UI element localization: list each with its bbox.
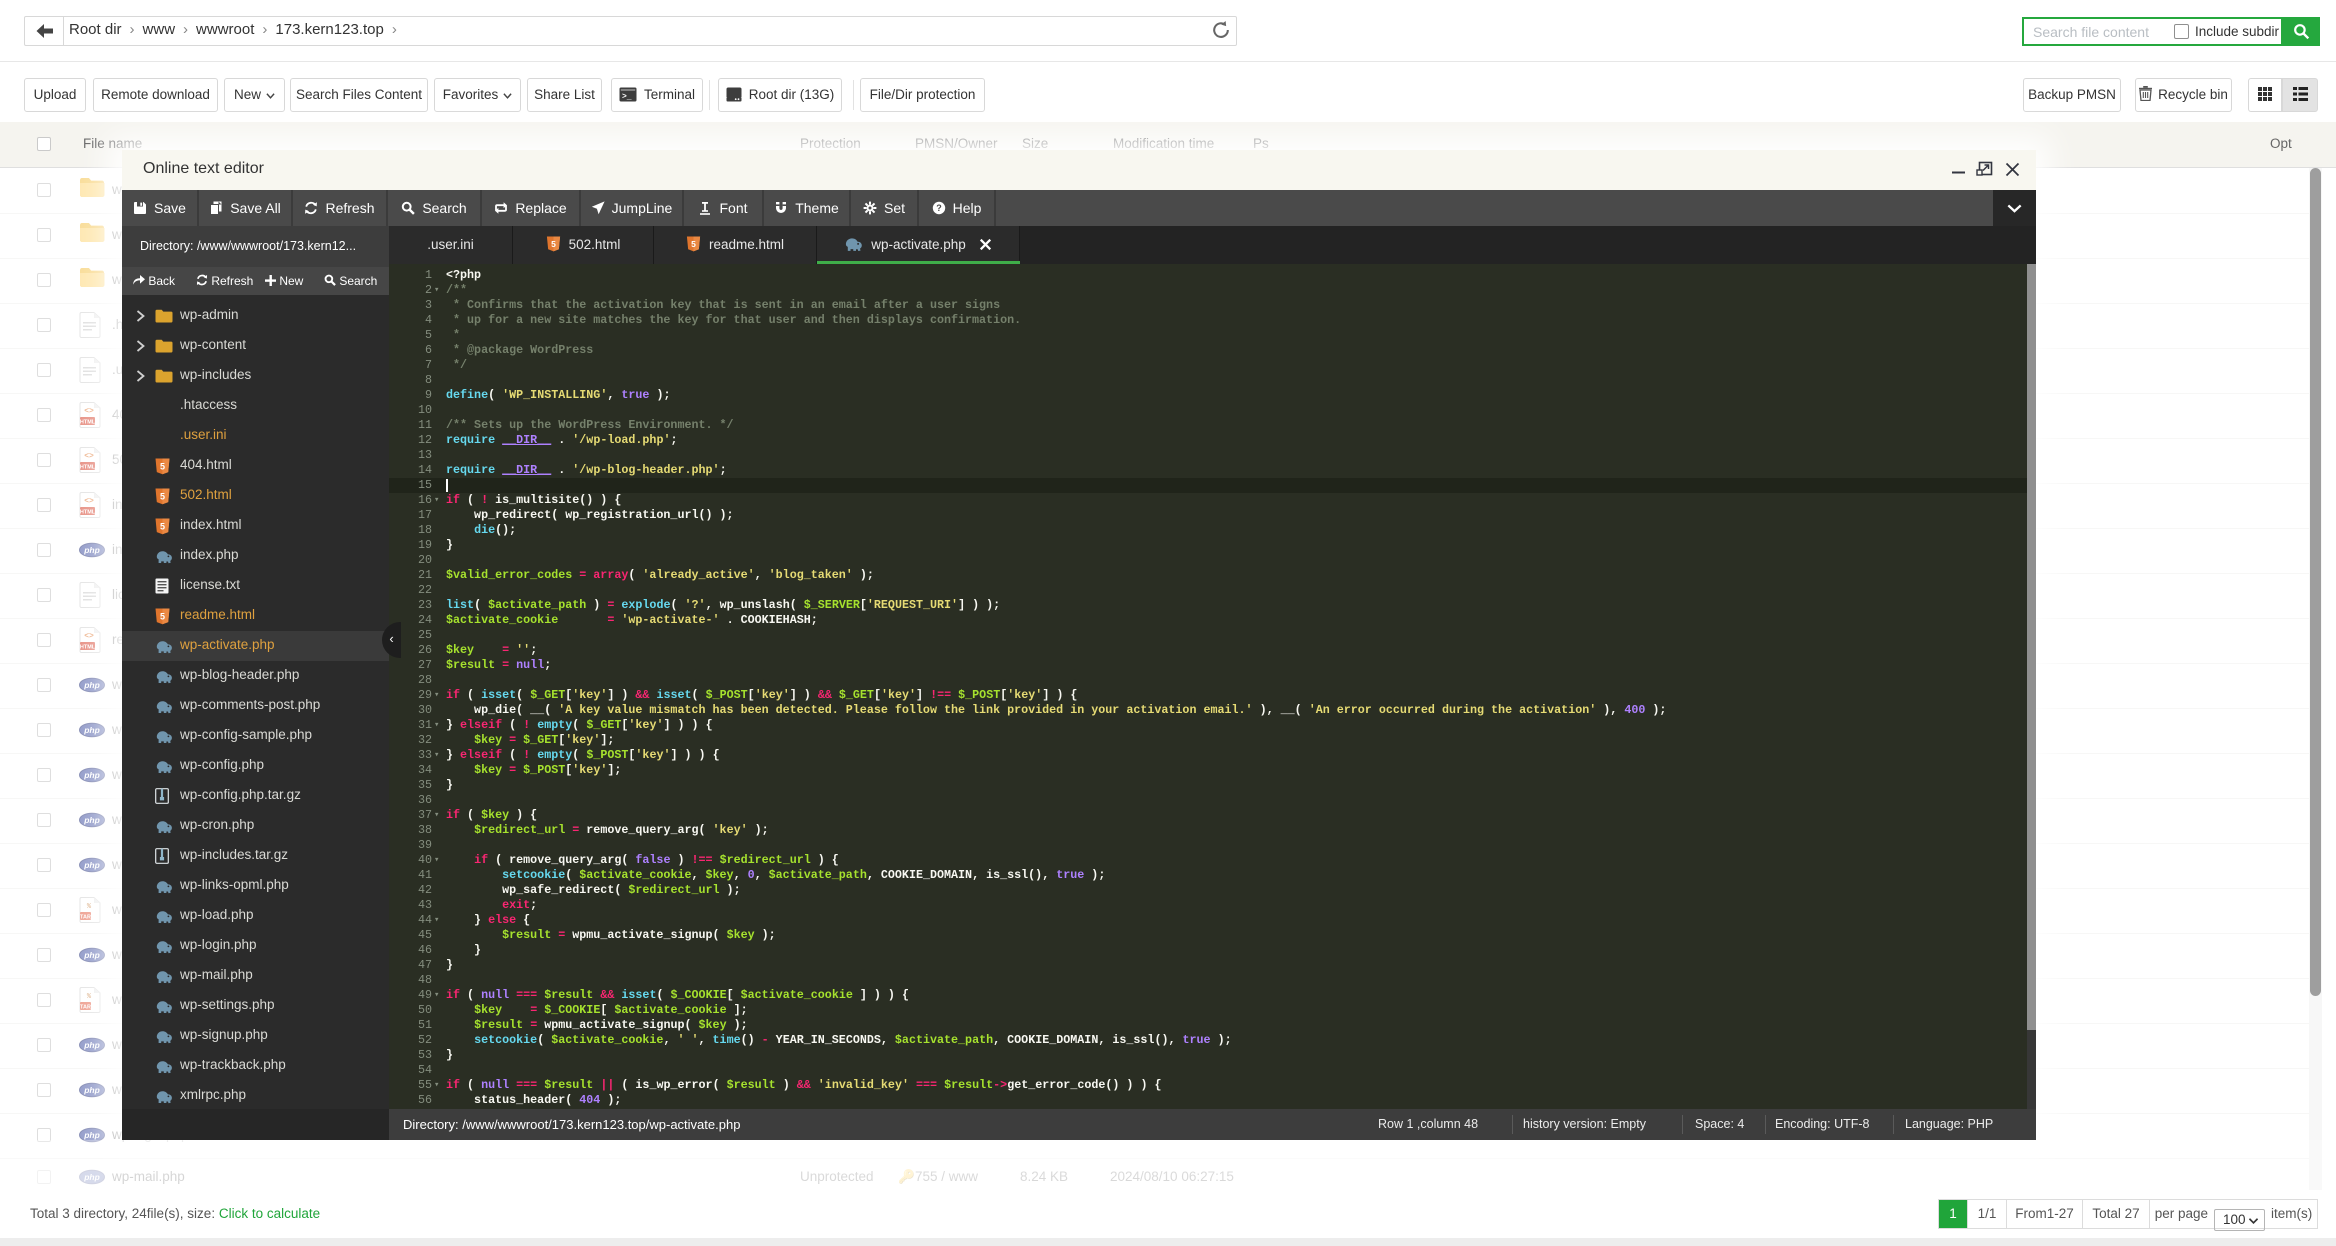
svg-text:5: 5 [160, 462, 165, 472]
svg-text:5: 5 [691, 239, 696, 249]
svg-text:>_: >_ [622, 93, 632, 102]
svg-text:?: ? [936, 203, 942, 213]
svg-text:5: 5 [551, 239, 556, 249]
svg-text:5: 5 [160, 492, 165, 502]
svg-text:5: 5 [160, 612, 165, 622]
svg-text:5: 5 [160, 522, 165, 532]
